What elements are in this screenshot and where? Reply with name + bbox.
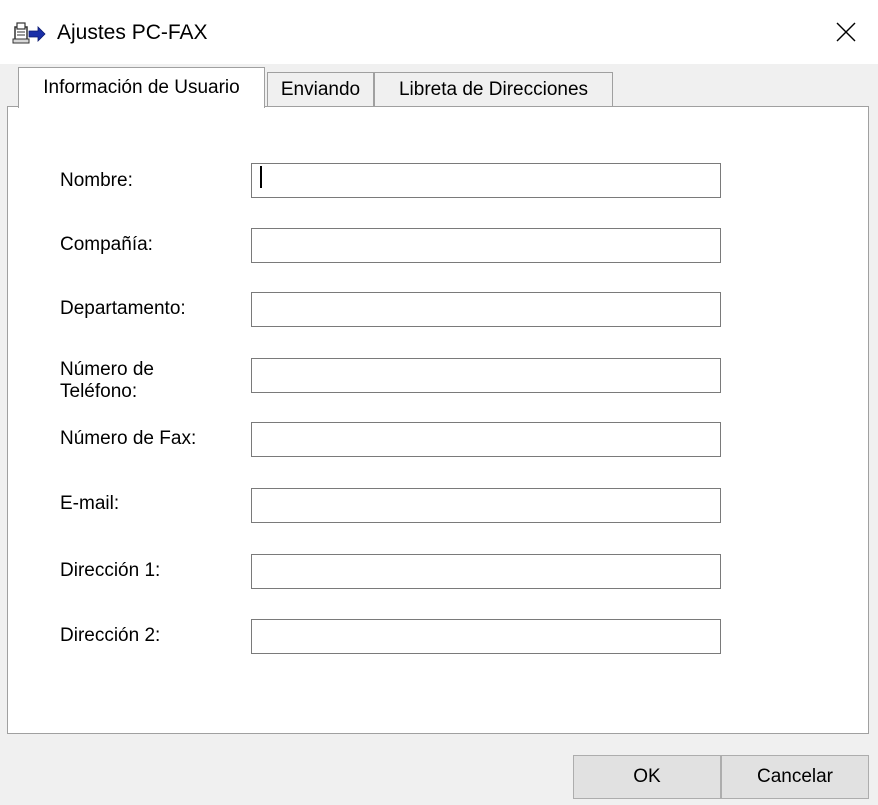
email-label: E-mail: (60, 493, 120, 514)
tab-user-info[interactable]: Información de Usuario (18, 67, 265, 108)
company-label: Compañía: (60, 234, 153, 255)
address2-label: Dirección 2: (60, 625, 161, 646)
close-button[interactable] (814, 0, 878, 64)
fax-number-input[interactable] (251, 422, 721, 457)
phone-input[interactable] (251, 358, 721, 393)
department-label: Departamento: (60, 298, 186, 319)
user-info-panel: Nombre: Compañía: Departamento: Número d… (7, 106, 869, 734)
address1-input[interactable] (251, 554, 721, 589)
text-caret (260, 166, 262, 188)
close-icon (836, 22, 856, 42)
name-input[interactable] (251, 163, 721, 198)
pc-fax-settings-dialog: Ajustes PC-FAX Información de Usuario En… (0, 0, 878, 805)
department-input[interactable] (251, 292, 721, 327)
phone-label: Número de Teléfono: (60, 359, 154, 402)
tab-sending[interactable]: Enviando (267, 72, 374, 106)
fax-number-label: Número de Fax: (60, 428, 197, 449)
address1-label: Dirección 1: (60, 560, 161, 581)
company-input[interactable] (251, 228, 721, 263)
address2-input[interactable] (251, 619, 721, 654)
ok-button[interactable]: OK (573, 755, 721, 799)
fax-arrow-icon (12, 22, 46, 44)
tab-address-book[interactable]: Libreta de Direcciones (374, 72, 613, 106)
title-bar: Ajustes PC-FAX (0, 0, 878, 64)
window-title: Ajustes PC-FAX (57, 21, 208, 44)
name-label: Nombre: (60, 170, 133, 191)
cancel-button[interactable]: Cancelar (721, 755, 869, 799)
email-input[interactable] (251, 488, 721, 523)
